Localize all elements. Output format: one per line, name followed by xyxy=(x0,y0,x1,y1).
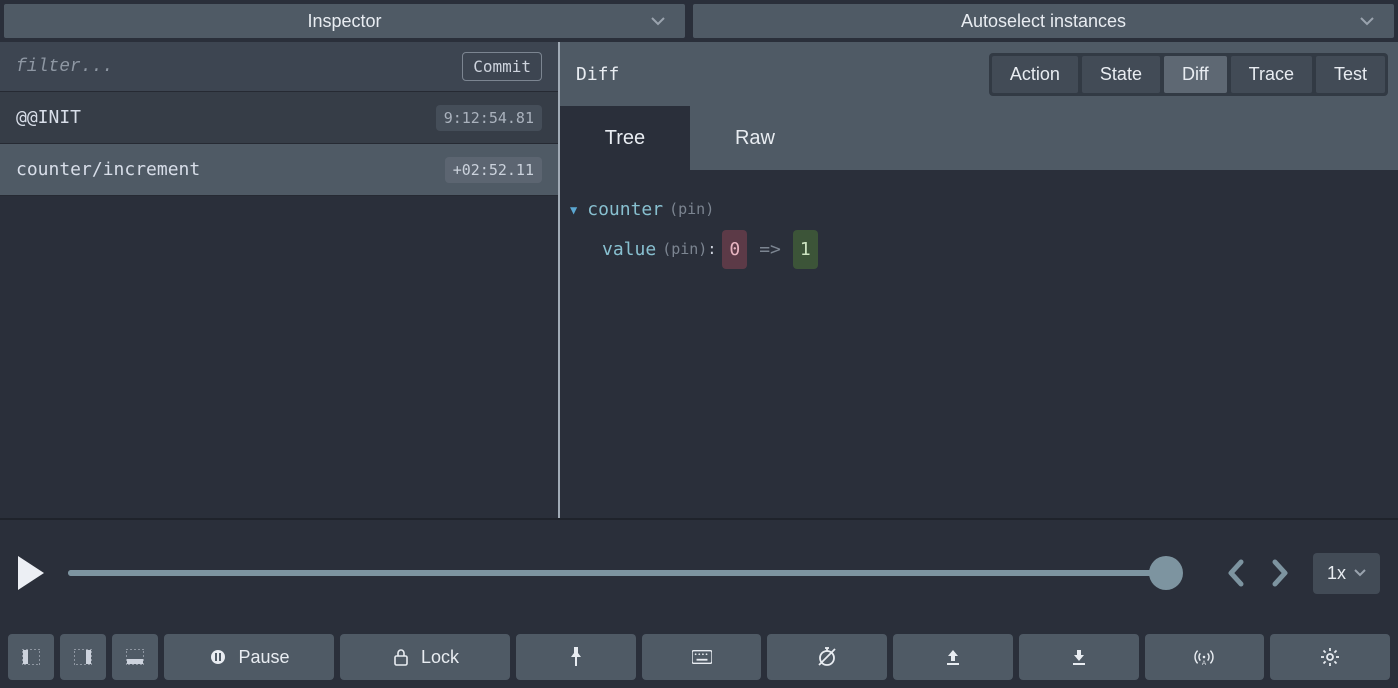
diff-new-value: 1 xyxy=(793,230,818,270)
expand-icon[interactable]: ▼ xyxy=(570,197,577,223)
keyboard-button[interactable] xyxy=(642,634,762,680)
diff-content: ▼ counter (pin) value (pin): 0 => 1 xyxy=(560,170,1398,518)
gear-icon xyxy=(1320,647,1340,667)
arrow-icon: => xyxy=(759,230,781,270)
filter-row: Commit xyxy=(0,42,558,92)
upload-button[interactable] xyxy=(893,634,1013,680)
remote-button[interactable]: A xyxy=(1145,634,1265,680)
action-panel: Commit @@INIT 9:12:54.81 counter/increme… xyxy=(0,42,560,518)
speed-selector[interactable]: 1x xyxy=(1313,553,1380,594)
detail-header: Diff Action State Diff Trace Test xyxy=(560,42,1398,106)
dock-bottom-button[interactable] xyxy=(112,634,158,680)
detail-title: Diff xyxy=(576,64,619,85)
autoselect-label: Autoselect instances xyxy=(961,11,1126,32)
play-button[interactable] xyxy=(18,556,44,590)
action-name: @@INIT xyxy=(16,107,81,128)
sub-tab-tree[interactable]: Tree xyxy=(560,106,690,170)
timer-off-button[interactable] xyxy=(767,634,887,680)
tab-test[interactable]: Test xyxy=(1316,56,1385,93)
dock-left-icon xyxy=(21,647,41,667)
diff-key: counter xyxy=(587,190,663,230)
diff-old-value: 0 xyxy=(722,230,747,270)
sub-tab-raw[interactable]: Raw xyxy=(690,106,820,170)
lock-label: Lock xyxy=(421,647,459,668)
tab-action[interactable]: Action xyxy=(992,56,1078,93)
view-tabs: Action State Diff Trace Test xyxy=(989,53,1388,96)
tab-state[interactable]: State xyxy=(1082,56,1160,93)
speed-label: 1x xyxy=(1327,563,1346,584)
tab-trace[interactable]: Trace xyxy=(1231,56,1312,93)
diff-key: value xyxy=(602,230,656,270)
timeline-nav xyxy=(1227,559,1289,587)
action-row[interactable]: counter/increment +02:52.11 xyxy=(0,144,558,196)
sub-tabs: Tree Raw xyxy=(560,106,1398,170)
download-button[interactable] xyxy=(1019,634,1139,680)
tree-node[interactable]: ▼ counter (pin) xyxy=(570,190,1388,230)
keyboard-icon xyxy=(692,647,712,667)
step-back-button[interactable] xyxy=(1227,559,1245,587)
bottom-toolbar: Pause Lock A xyxy=(0,626,1398,688)
top-bar: Inspector Autoselect instances xyxy=(0,0,1398,42)
dock-bottom-icon xyxy=(125,647,145,667)
tab-diff[interactable]: Diff xyxy=(1164,56,1227,93)
slider-fill xyxy=(68,570,1167,576)
chevron-down-icon xyxy=(1360,16,1374,26)
timeline-slider[interactable] xyxy=(68,570,1167,576)
workspace: Commit @@INIT 9:12:54.81 counter/increme… xyxy=(0,42,1398,518)
pin-label[interactable]: (pin) xyxy=(669,193,714,226)
instances-dropdown[interactable]: Autoselect instances xyxy=(691,2,1396,40)
action-row[interactable]: @@INIT 9:12:54.81 xyxy=(0,92,558,144)
pin-button[interactable] xyxy=(516,634,636,680)
commit-button[interactable]: Commit xyxy=(462,52,542,81)
lock-icon xyxy=(391,647,411,667)
tree-leaf[interactable]: value (pin): 0 => 1 xyxy=(570,230,1388,270)
dock-right-icon xyxy=(73,647,93,667)
pause-button[interactable]: Pause xyxy=(164,634,334,680)
action-list: @@INIT 9:12:54.81 counter/increment +02:… xyxy=(0,92,558,518)
timer-off-icon xyxy=(817,647,837,667)
action-name: counter/increment xyxy=(16,159,200,180)
svg-text:A: A xyxy=(1202,660,1207,666)
upload-icon xyxy=(943,647,963,667)
timeline: 1x xyxy=(0,518,1398,626)
step-forward-button[interactable] xyxy=(1271,559,1289,587)
dock-right-button[interactable] xyxy=(60,634,106,680)
pause-label: Pause xyxy=(238,647,289,668)
slider-thumb[interactable] xyxy=(1149,556,1183,590)
pin-label[interactable]: (pin): xyxy=(662,233,716,266)
pin-icon xyxy=(566,647,586,667)
chevron-down-icon xyxy=(1354,569,1366,577)
pause-icon xyxy=(208,647,228,667)
action-time: 9:12:54.81 xyxy=(436,105,542,131)
filter-input[interactable] xyxy=(16,57,462,77)
lock-button[interactable]: Lock xyxy=(340,634,510,680)
chevron-down-icon xyxy=(651,16,665,26)
detail-panel: Diff Action State Diff Trace Test Tree R… xyxy=(560,42,1398,518)
antenna-icon: A xyxy=(1194,647,1214,667)
inspector-dropdown[interactable]: Inspector xyxy=(2,2,687,40)
dock-left-button[interactable] xyxy=(8,634,54,680)
settings-button[interactable] xyxy=(1270,634,1390,680)
inspector-label: Inspector xyxy=(307,11,381,32)
download-icon xyxy=(1069,647,1089,667)
action-time: +02:52.11 xyxy=(445,157,542,183)
